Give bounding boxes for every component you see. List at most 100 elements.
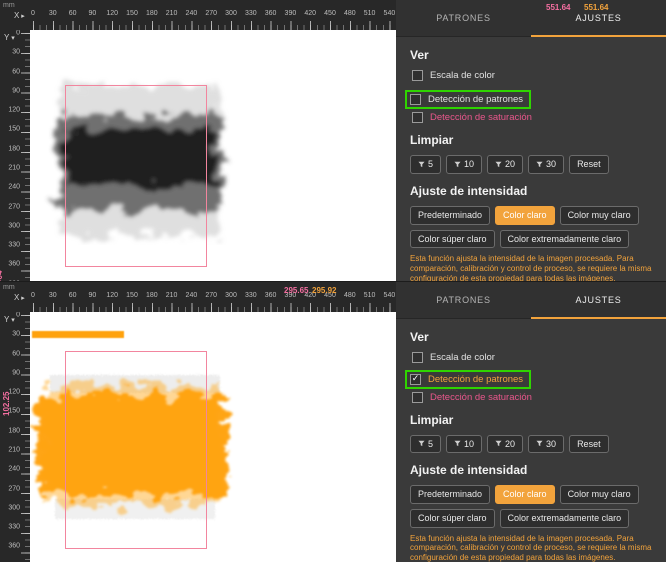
option-row-escala-de-color: Escala de color [412,352,654,363]
ruler-tick-label: 300 [8,504,20,512]
ruler-tick-label: 360 [264,292,277,299]
ruler-tick-label: 540 [383,10,396,17]
tab-patrones[interactable]: PATRONES [396,282,531,318]
option-label: Detección de saturación [430,112,532,123]
reset-button[interactable]: Reset [569,434,609,454]
checkbox-deteccion-de-saturacion[interactable] [412,112,423,123]
ruler-tick-label: 330 [244,10,257,17]
ruler-tick-label: 180 [8,145,20,153]
section-heading-limpiar: Limpiar [410,133,454,147]
image-canvas-top[interactable] [30,30,396,281]
color-extremadamente-claro-button[interactable]: Color extremadamente claro [499,509,630,528]
selection-rectangle [65,85,207,267]
section-heading-ver: Ver [410,48,429,62]
checkbox-escala-de-color[interactable] [412,70,423,81]
color-muy-claro-button[interactable]: Color muy claro [559,485,639,505]
image-canvas-bottom[interactable] [30,312,396,562]
ruler-tick-label: 240 [185,292,198,299]
ruler-corner: mm X ▸ [0,282,30,312]
y-readout-pink: 102.25 [2,391,11,416]
clean-30-button[interactable]: 30 [528,155,565,174]
vertical-ruler: 0306090120150180210240270300330360390 [0,312,30,562]
ruler-tick-label: 480 [343,292,356,299]
clean-5-button[interactable]: 5 [410,155,442,174]
filter-icon [418,161,425,168]
ruler-tick-label: 0 [31,292,35,299]
ruler-tick-label: 90 [12,369,20,377]
ruler-tick-label: 480 [343,10,356,17]
viewer-top: 0 30 60 90 120 150 180 210 240 270 300 330 360 390 420… [0,0,396,281]
ruler-tick-label: 210 [165,292,178,299]
ruler-tick-label: 0 [31,10,35,17]
ruler-tick-label: 60 [12,350,20,358]
clean-5-button[interactable]: 5 [410,434,442,454]
tab-patrones[interactable]: PATRONES [396,0,531,36]
section-heading-ver: Ver [410,330,429,344]
ruler-major-ticks [21,315,30,562]
ruler-tick-label: 360 [8,542,20,550]
ruler-corner: mm X ▸ [0,0,30,30]
x-readout-pink: 551.64 [546,3,571,12]
limpiar-buttons: 5 10 20 30 Reset [410,155,654,174]
clean-30-button[interactable]: 30 [528,434,565,454]
ruler-tick-label: 510 [363,292,376,299]
ruler-tick-label: 240 [8,183,20,191]
checkbox-deteccion-de-saturacion[interactable] [412,391,423,403]
ruler-tick-label: 330 [244,292,257,299]
ruler-tick-label: 180 [145,292,158,299]
x-readout-orange: 295.92 [312,286,337,295]
option-label: Detección de patrones [428,373,524,385]
clean-10-button[interactable]: 10 [446,434,483,454]
y-axis-label: Y ▾ [4,33,15,42]
color-claro-button[interactable]: Color claro [495,485,555,505]
unit-label: mm [3,2,15,9]
color-claro-button[interactable]: Color claro [495,205,555,225]
ruler-tick-label: 420 [304,10,317,17]
ruler-major-ticks [21,33,30,281]
ruler-tick-label: 330 [8,523,20,531]
ruler-tick-label: 180 [145,10,158,17]
ruler-tick-label: 90 [88,10,97,17]
filter-icon [454,441,461,447]
color-super-claro-button[interactable]: Color súper claro [410,509,495,528]
color-extremadamente-claro-button[interactable]: Color extremadamente claro [499,229,630,249]
clean-10-button[interactable]: 10 [446,155,483,174]
app-window: 0 30 60 90 120 150 180 210 240 270 300 330 360 390 420… [0,0,666,562]
ruler-tick-label: 180 [8,427,20,435]
selection-rectangle [65,351,207,549]
predeterminado-button[interactable]: Predeterminado [410,485,491,505]
x-readout-orange: 551.64 [584,3,609,12]
reset-button[interactable]: Reset [569,155,609,174]
ruler-tick-label: 540 [383,292,396,299]
ruler-major-ticks [33,303,396,312]
filter-icon [536,161,543,168]
checkbox-deteccion-de-patrones[interactable]: ✓ [410,373,421,385]
x-readout-pink: 295.65 [284,286,309,295]
checkbox-deteccion-de-patrones[interactable] [410,94,421,105]
ruler-tick-label: 270 [205,10,218,17]
y-axis-arrow-icon: ▾ [9,317,15,324]
ruler-tick-label: 300 [225,292,237,299]
ruler-tick-label: 120 [8,106,20,114]
filter-icon [418,441,425,447]
clean-20-button[interactable]: 20 [487,434,524,454]
ruler-tick-label: 30 [48,10,57,17]
intensity-buttons-row1: Predeterminado Color claro Color muy cla… [410,205,654,225]
tab-bar: PATRONES AJUSTES [396,0,666,37]
clean-20-button[interactable]: 20 [487,155,524,174]
tab-ajustes[interactable]: AJUSTES [531,282,666,319]
color-muy-claro-button[interactable]: Color muy claro [559,205,639,225]
settings-panel-bottom: PATRONES AJUSTES Ver Escala de color ✓ D… [396,282,666,562]
vertical-ruler: 0306090120150180210240270300330360390 [0,30,30,281]
intensity-buttons-row1: Predeterminado Color claro Color muy cla… [410,485,654,505]
ruler-tick-label: 450 [324,10,336,17]
ruler-tick-label: 240 [185,10,198,17]
ruler-tick-label: 210 [8,164,20,172]
color-super-claro-button[interactable]: Color súper claro [410,229,495,249]
ruler-tick-label: 270 [205,292,218,299]
predeterminado-button[interactable]: Predeterminado [410,205,491,225]
highlight-box-deteccion-patrones: Detección de patrones [405,90,532,109]
checkbox-escala-de-color[interactable] [412,352,423,363]
section-heading-intensidad: Ajuste de intensidad [410,183,528,198]
ruler-major-ticks [33,21,396,30]
